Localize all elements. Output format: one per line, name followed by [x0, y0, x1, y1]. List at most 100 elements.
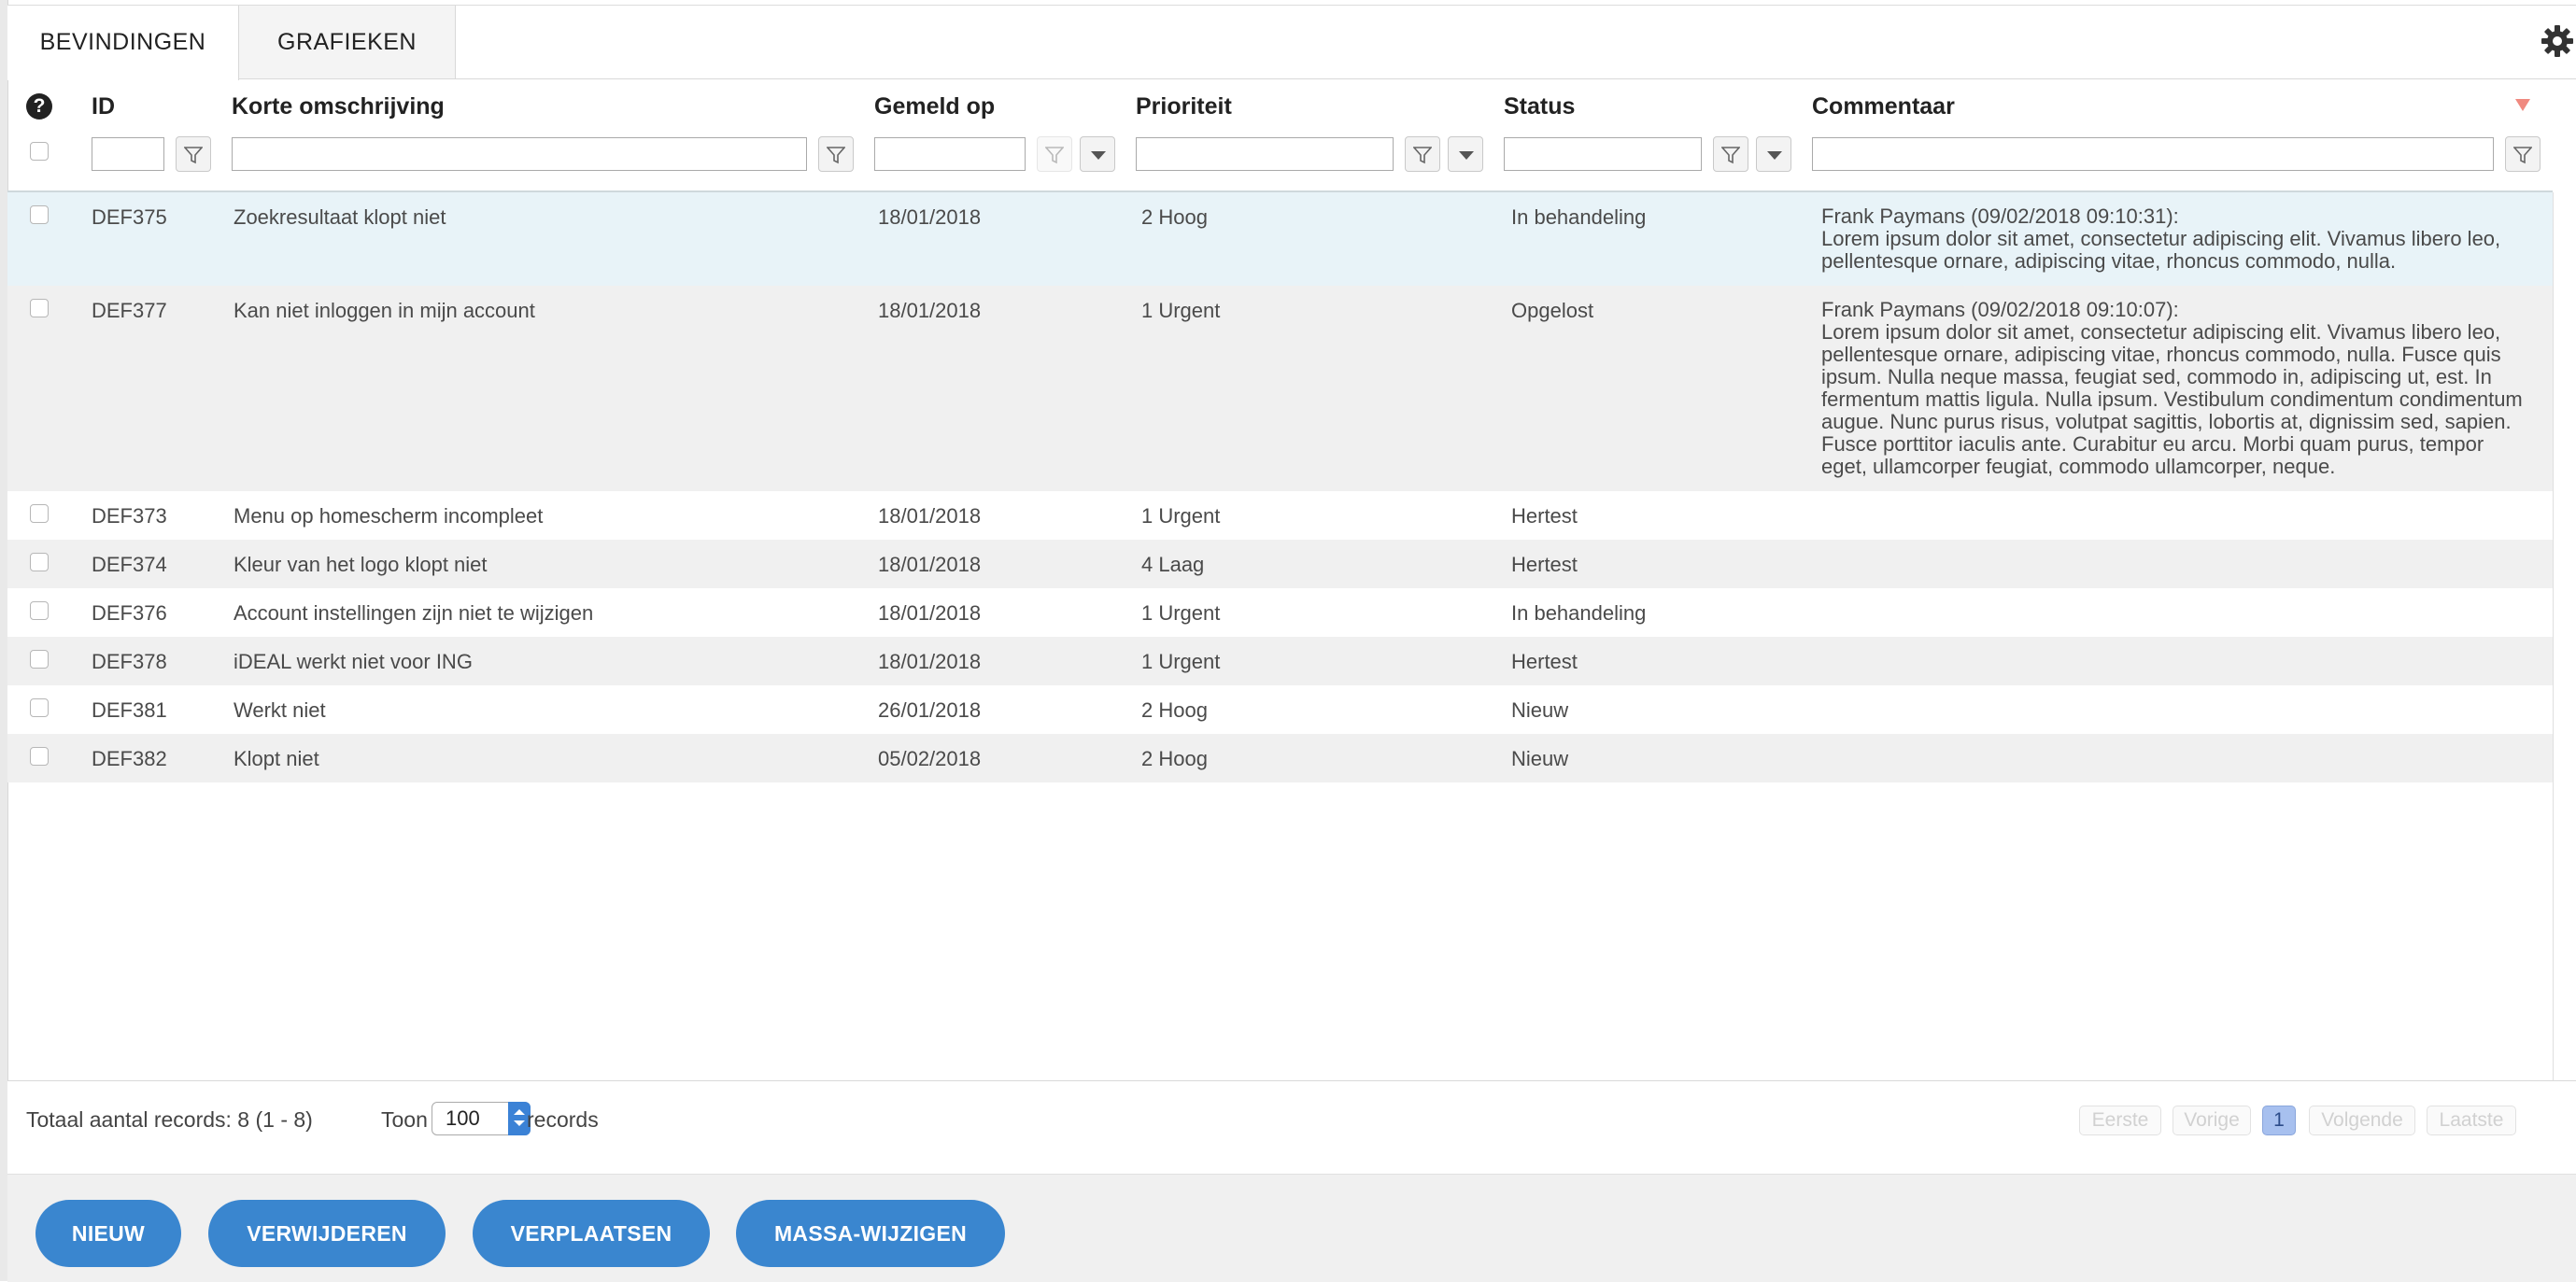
- dropdown-icon[interactable]: [1080, 136, 1115, 172]
- cell-date: 18/01/2018: [878, 553, 982, 576]
- comment-line: Lorem ipsum dolor sit amet, consectetur …: [1821, 227, 2501, 250]
- cell-date: 18/01/2018: [878, 650, 982, 673]
- cell-id: DEF373: [92, 504, 167, 528]
- cell-date: 18/01/2018: [878, 601, 982, 625]
- comment-line: ipsum. Nulla neque massa, feugiat sed, c…: [1821, 365, 2492, 388]
- dropdown-icon[interactable]: [1448, 136, 1483, 172]
- action-bar: NIEUW VERWIJDEREN VERPLAATSEN MASSA-WIJZ…: [7, 1174, 2576, 1282]
- table-row[interactable]: DEF382 Klopt niet 05/02/2018 2 Hoog Nieu…: [7, 734, 2553, 782]
- column-header-comment[interactable]: Commentaar: [1812, 93, 1955, 120]
- column-header-priority[interactable]: Prioriteit: [1136, 93, 1232, 120]
- cell-description: Account instellingen zijn niet te wijzig…: [234, 601, 594, 625]
- cell-priority: 1 Urgent: [1141, 601, 1221, 625]
- cell-id: DEF376: [92, 601, 167, 625]
- filter-icon[interactable]: [2505, 136, 2541, 172]
- cell-priority: 2 Hoog: [1141, 747, 1208, 770]
- row-checkbox[interactable]: [30, 747, 49, 766]
- column-header-id[interactable]: ID: [92, 93, 115, 120]
- cell-date: 18/01/2018: [878, 504, 982, 528]
- filter-icon[interactable]: [1037, 136, 1072, 172]
- priority-filter-input[interactable]: [1136, 137, 1394, 171]
- comment-line: Fusce porttitor iaculis ante. Curabitur …: [1821, 432, 2484, 456]
- comment-line: Lorem ipsum dolor sit amet, consectetur …: [1821, 320, 2501, 344]
- cell-date: 05/02/2018: [878, 747, 982, 770]
- new-button[interactable]: NIEUW: [35, 1200, 181, 1267]
- pager-next-button[interactable]: Volgende: [2309, 1106, 2415, 1135]
- table-row[interactable]: DEF376 Account instellingen zijn niet te…: [7, 588, 2553, 637]
- table-row[interactable]: DEF373 Menu op homescherm incompleet 18/…: [7, 491, 2553, 540]
- reported-on-filter-input[interactable]: [874, 137, 1026, 171]
- id-filter-input[interactable]: [92, 137, 164, 171]
- select-all-checkbox[interactable]: [30, 142, 49, 161]
- cell-status: Hertest: [1511, 504, 1578, 528]
- comment-filter-input[interactable]: [1812, 137, 2494, 171]
- total-records-text: Totaal aantal records: 8 (1 - 8): [26, 1107, 313, 1132]
- row-checkbox[interactable]: [30, 650, 49, 669]
- table-row[interactable]: DEF381 Werkt niet 26/01/2018 2 Hoog Nieu…: [7, 685, 2553, 734]
- row-checkbox[interactable]: [30, 553, 49, 571]
- delete-button[interactable]: VERWIJDEREN: [208, 1200, 446, 1267]
- column-header-reported-on[interactable]: Gemeld op: [874, 93, 995, 120]
- tab-bar: BEVINDINGEN GRAFIEKEN: [7, 6, 2576, 80]
- filter-icon[interactable]: [176, 136, 211, 172]
- table-row[interactable]: DEF377 Kan niet inloggen in mijn account…: [7, 286, 2553, 491]
- comment-line: pellentesque ornare, adipiscing vitae, r…: [1821, 249, 2397, 273]
- cell-priority: 2 Hoog: [1141, 205, 1208, 229]
- pager-last-button[interactable]: Laatste: [2427, 1106, 2516, 1135]
- page-size-select[interactable]: 100: [432, 1102, 531, 1135]
- cell-description: Klopt niet: [234, 747, 319, 770]
- filter-icon[interactable]: [1405, 136, 1440, 172]
- row-checkbox[interactable]: [30, 299, 49, 317]
- records-label: records: [527, 1107, 599, 1132]
- cell-description: Kan niet inloggen in mijn account: [234, 299, 535, 322]
- cell-priority: 1 Urgent: [1141, 504, 1221, 528]
- cell-description: Kleur van het logo klopt niet: [234, 553, 488, 576]
- row-checkbox[interactable]: [30, 205, 49, 224]
- filter-icon[interactable]: [818, 136, 854, 172]
- sort-desc-icon[interactable]: [2515, 99, 2530, 111]
- move-button[interactable]: VERPLAATSEN: [473, 1200, 710, 1267]
- pager-first-button[interactable]: Eerste: [2079, 1106, 2161, 1135]
- cell-id: DEF377: [92, 299, 167, 322]
- cell-date: 18/01/2018: [878, 299, 982, 322]
- cell-status: Hertest: [1511, 553, 1578, 576]
- filter-icon[interactable]: [1713, 136, 1748, 172]
- cell-description: Zoekresultaat klopt niet: [234, 205, 446, 229]
- cell-status: Hertest: [1511, 650, 1578, 673]
- status-filter-input[interactable]: [1504, 137, 1702, 171]
- gear-icon[interactable]: [2539, 22, 2576, 60]
- row-checkbox[interactable]: [30, 698, 49, 717]
- cell-date: 26/01/2018: [878, 698, 982, 722]
- cell-comment: Frank Paymans (09/02/2018 09:10:07): Lor…: [1821, 299, 2523, 478]
- tab-bevindingen[interactable]: BEVINDINGEN: [7, 6, 239, 80]
- table-row[interactable]: DEF374 Kleur van het logo klopt niet 18/…: [7, 540, 2553, 588]
- cell-id: DEF375: [92, 205, 167, 229]
- table-row[interactable]: DEF375 Zoekresultaat klopt niet 18/01/20…: [7, 192, 2553, 286]
- cell-id: DEF378: [92, 650, 167, 673]
- row-checkbox[interactable]: [30, 504, 49, 523]
- cell-priority: 2 Hoog: [1141, 698, 1208, 722]
- help-icon[interactable]: ?: [26, 93, 52, 120]
- row-checkbox[interactable]: [30, 601, 49, 620]
- pager-current-page[interactable]: 1: [2262, 1106, 2296, 1135]
- comment-line: augue. Nunc purus risus, volutpat sagitt…: [1821, 410, 2512, 433]
- column-header-short-description[interactable]: Korte omschrijving: [232, 93, 445, 120]
- tab-grafieken[interactable]: GRAFIEKEN: [239, 6, 456, 78]
- mass-edit-button[interactable]: MASSA-WIJZIGEN: [736, 1200, 1005, 1267]
- dropdown-icon[interactable]: [1756, 136, 1791, 172]
- vertical-scrollbar[interactable]: [2553, 192, 2576, 1081]
- show-label: Toon: [381, 1107, 428, 1132]
- comment-line: Frank Paymans (09/02/2018 09:10:07):: [1821, 298, 2179, 321]
- short-description-filter-input[interactable]: [232, 137, 807, 171]
- comment-line: eget, ullamcorper feugiat, commodo ullam…: [1821, 455, 2336, 478]
- cell-priority: 1 Urgent: [1141, 299, 1221, 322]
- cell-id: DEF374: [92, 553, 167, 576]
- cell-status: In behandeling: [1511, 205, 1647, 229]
- cell-id: DEF381: [92, 698, 167, 722]
- column-header-status[interactable]: Status: [1504, 93, 1575, 120]
- comment-line: Frank Paymans (09/02/2018 09:10:31):: [1821, 204, 2179, 228]
- table-row[interactable]: DEF378 iDEAL werkt niet voor ING 18/01/2…: [7, 637, 2553, 685]
- pager-prev-button[interactable]: Vorige: [2173, 1106, 2251, 1135]
- cell-description: Menu op homescherm incompleet: [234, 504, 544, 528]
- table-footer: Totaal aantal records: 8 (1 - 8) Toon 10…: [7, 1080, 2576, 1175]
